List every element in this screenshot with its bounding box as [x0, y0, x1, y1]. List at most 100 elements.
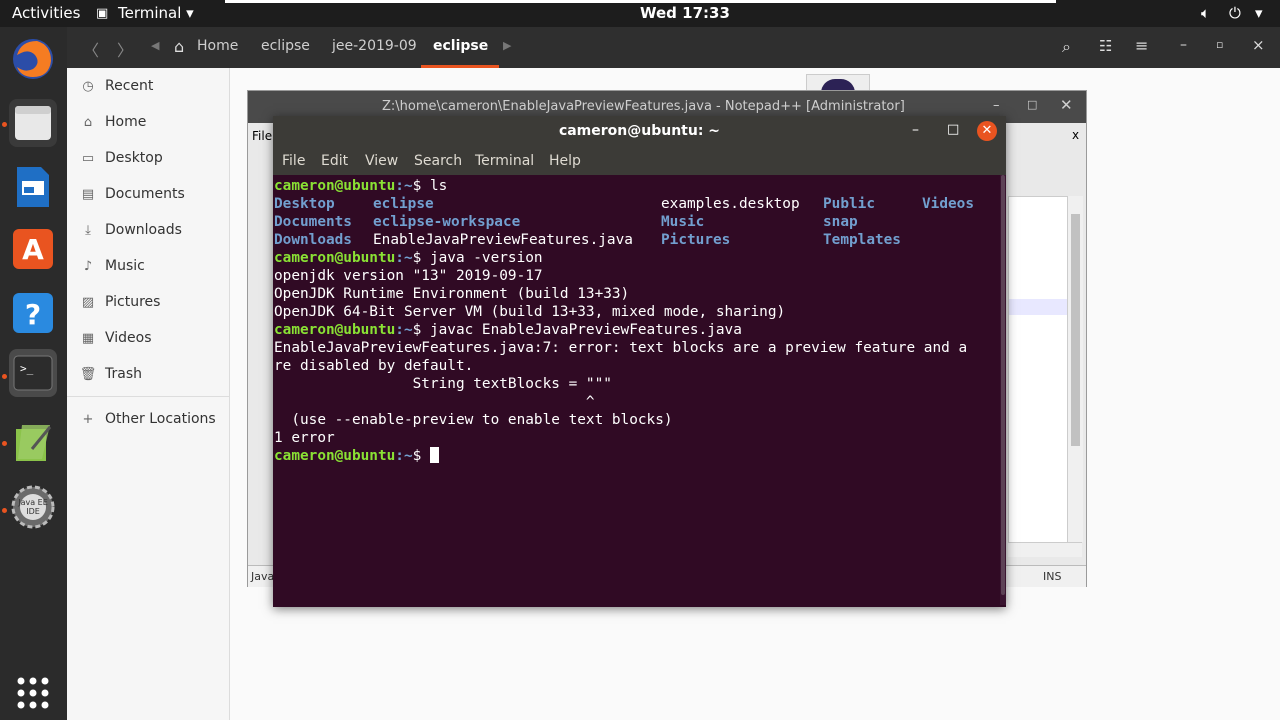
sidebar-item-downloads[interactable]: ⤓ Downloads [79, 218, 182, 242]
libreoffice-impress-icon[interactable] [9, 163, 57, 211]
prompt-path: :~ [395, 322, 413, 338]
documents-icon: ▤ [81, 186, 95, 202]
sidebar-item-documents[interactable]: ▤ Documents [79, 182, 185, 206]
search-icon[interactable]: ⌕ [1062, 37, 1071, 57]
output-line: OpenJDK Runtime Environment (build 13+33… [274, 286, 630, 302]
terminal-line: cameron@ubuntu:~$ javac EnableJavaPrevie… [274, 321, 742, 339]
home-icon: ⌂ [83, 114, 93, 130]
breadcrumb-eclipse[interactable]: eclipse [261, 38, 310, 54]
sidebar-item-label: Pictures [105, 294, 161, 310]
videos-icon: ▦ [81, 330, 95, 346]
window-highlight-bar [225, 0, 1056, 3]
output-line: re disabled by default. [274, 358, 474, 374]
notepad-close-icon[interactable]: ✕ [1060, 96, 1073, 114]
sidebar-item-trash[interactable]: 🗑︎ Trash [79, 362, 142, 386]
terminal-scrollbar[interactable] [1000, 175, 1006, 605]
maximize-icon[interactable]: ▫ [1216, 38, 1223, 51]
software-center-icon[interactable]: A [9, 225, 57, 273]
notepad-title: Z:\home\cameron\EnableJavaPreviewFeature… [382, 99, 905, 114]
system-menu-chevron-icon[interactable]: ▾ [1255, 4, 1263, 22]
terminal-app-icon: ▣ [96, 6, 109, 21]
sidebar-item-label: Documents [105, 186, 185, 202]
terminal-line: cameron@ubuntu:~$ ls [274, 177, 447, 195]
current-line-highlight [1009, 299, 1067, 315]
breadcrumb-left-arrow-icon[interactable]: ◀ [151, 39, 159, 52]
output-line: String textBlocks = """ [274, 376, 612, 392]
pictures-icon: ▨ [81, 294, 95, 310]
menu-search[interactable]: Search [414, 153, 462, 169]
terminal-minimize-icon[interactable]: – [912, 122, 919, 138]
prompt-user: cameron@ubuntu [274, 322, 396, 338]
back-icon[interactable]: 〈 [83, 37, 99, 61]
terminal-input-line[interactable]: cameron@ubuntu:~$ [274, 447, 439, 465]
prompt-user: cameron@ubuntu [274, 448, 396, 464]
dock: A ? >_ Java EE IDE [0, 27, 67, 720]
volume-icon[interactable]: 🔈︎ [1201, 4, 1210, 22]
sidebar-item-desktop[interactable]: ▭ Desktop [79, 146, 163, 170]
output-line: 1 error [274, 430, 335, 446]
notepad-menu-file[interactable]: File [252, 129, 272, 143]
notepad-vertical-scrollbar[interactable] [1067, 196, 1083, 542]
notepad-horizontal-scrollbar[interactable] [1008, 542, 1082, 557]
menu-icon[interactable]: ≡ [1135, 36, 1148, 55]
ls-entry: eclipse [373, 196, 434, 212]
terminal-maximize-icon[interactable]: □ [947, 122, 959, 137]
prompt-path: :~ [395, 178, 413, 194]
sidebar-item-videos[interactable]: ▦ Videos [79, 326, 152, 350]
ls-entry: Templates [823, 232, 901, 248]
terminal-window: cameron@ubuntu: ~ – □ ✕ File Edit View S… [273, 116, 1006, 607]
sidebar-item-recent[interactable]: ◷ Recent [79, 74, 153, 98]
output-line: ^ [274, 394, 595, 410]
app-menu-button[interactable]: Terminal ▾ [118, 4, 194, 22]
minimize-icon[interactable]: – [1180, 37, 1187, 53]
notepad-minimize-icon[interactable]: – [993, 98, 1000, 113]
prompt-symbol: $ [412, 178, 430, 194]
terminal-close-icon[interactable]: ✕ [977, 121, 997, 141]
breadcrumb-eclipse-current[interactable]: eclipse [433, 38, 488, 54]
activities-button[interactable]: Activities [12, 4, 80, 22]
sidebar-divider [67, 396, 229, 397]
terminal-icon[interactable]: >_ [9, 349, 57, 397]
files-icon[interactable] [9, 99, 57, 147]
sidebar-item-home[interactable]: ⌂ Home [79, 110, 146, 134]
sidebar-item-pictures[interactable]: ▨ Pictures [79, 290, 161, 314]
notepad-plus-plus-icon[interactable] [9, 419, 57, 467]
svg-text:A: A [22, 233, 44, 266]
output-line: openjdk version "13" 2019-09-17 [274, 268, 543, 284]
terminal-output[interactable]: cameron@ubuntu:~$ ls Desktop eclipse exa… [274, 177, 999, 605]
ls-entry: Pictures [661, 232, 731, 248]
output-line: OpenJDK 64-Bit Server VM (build 13+33, m… [274, 304, 786, 320]
show-applications-icon[interactable] [9, 669, 57, 717]
files-headerbar: 〈 〉 ◀ ⌂ Home eclipse jee-2019-09 eclipse… [67, 27, 1280, 68]
list-view-icon[interactable]: ☷ [1099, 37, 1112, 55]
sidebar-item-music[interactable]: ♪ Music [79, 254, 145, 278]
ls-entry: eclipse-workspace [373, 214, 521, 230]
menu-view[interactable]: View [365, 153, 398, 169]
breadcrumb-right-arrow-icon[interactable]: ▶ [503, 39, 511, 52]
terminal-menubar: File Edit View Search Terminal Help [273, 147, 1006, 175]
prompt-user: cameron@ubuntu [274, 178, 396, 194]
menu-edit[interactable]: Edit [321, 153, 348, 169]
notepad-editor-edge[interactable] [1008, 196, 1068, 544]
prompt-symbol: $ [412, 322, 430, 338]
sidebar-item-label: Recent [105, 78, 154, 94]
svg-text:Java EE: Java EE [17, 498, 48, 507]
notepad-maximize-icon[interactable]: □ [1027, 98, 1037, 111]
notepad-doc-close-icon[interactable]: x [1072, 128, 1079, 142]
command-text: ls [429, 178, 448, 194]
breadcrumb-home[interactable]: Home [197, 38, 238, 54]
sidebar-item-other-locations[interactable]: + Other Locations [79, 407, 216, 431]
help-icon[interactable]: ? [9, 289, 57, 337]
menu-help[interactable]: Help [549, 153, 581, 169]
menu-terminal[interactable]: Terminal [475, 153, 534, 169]
breadcrumb-jee[interactable]: jee-2019-09 [332, 38, 417, 54]
ls-entry: Desktop [274, 196, 335, 212]
clock[interactable]: Wed 17:33 [640, 4, 730, 22]
eclipse-java-ee-ide-icon[interactable]: Java EE IDE [9, 483, 57, 531]
power-icon[interactable]: ⏻ [1229, 4, 1241, 22]
forward-icon[interactable]: 〉 [117, 37, 133, 61]
svg-text:>_: >_ [20, 362, 34, 375]
menu-file[interactable]: File [282, 153, 305, 169]
close-icon[interactable]: × [1252, 36, 1265, 54]
firefox-icon[interactable] [9, 35, 57, 83]
